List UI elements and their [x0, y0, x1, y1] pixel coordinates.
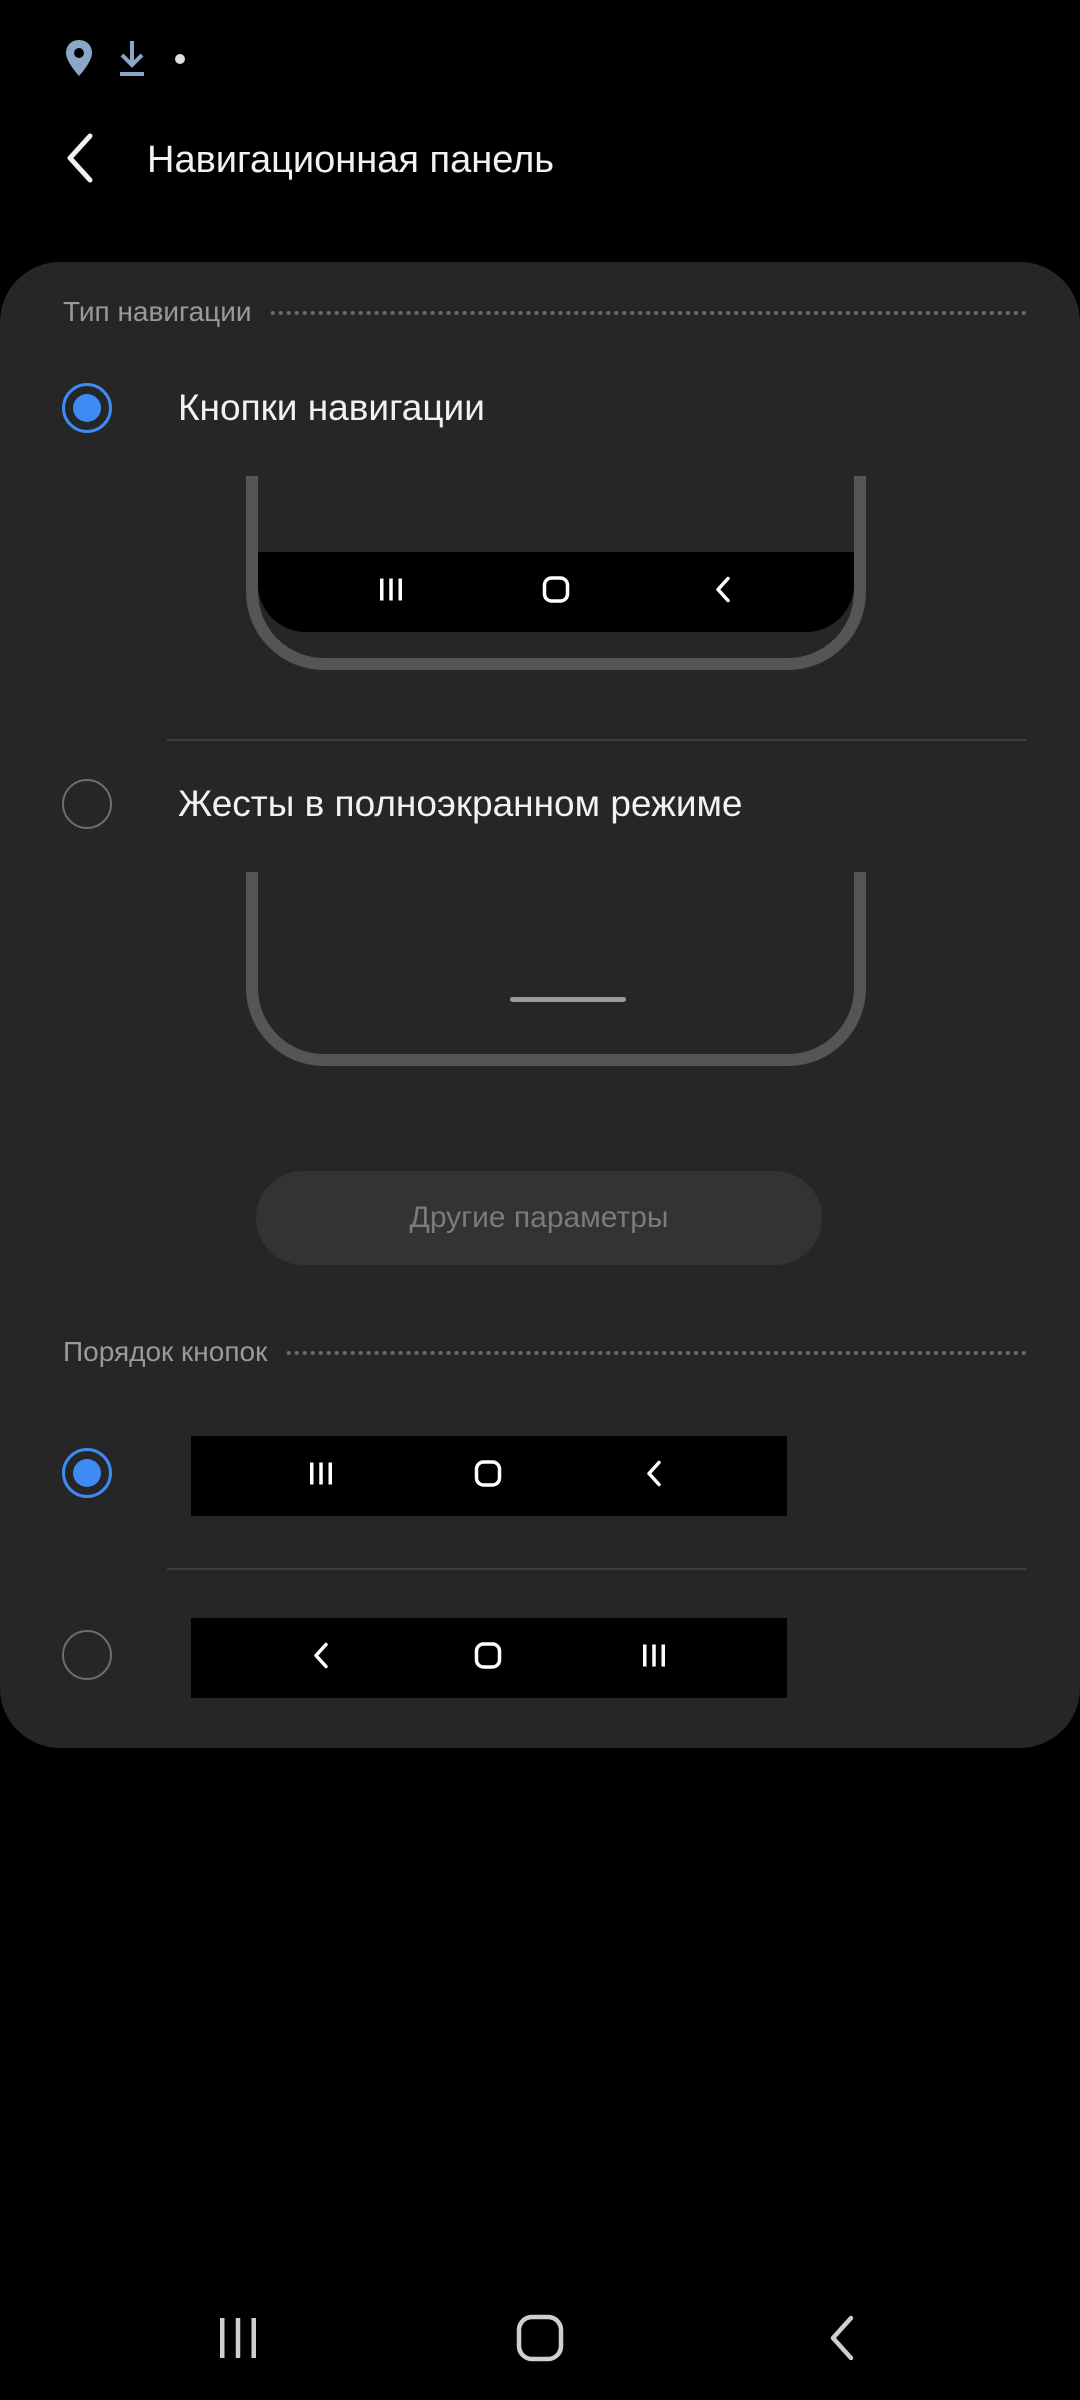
- option-divider: [167, 739, 1027, 741]
- radio-order-recents-home-back[interactable]: [62, 1448, 112, 1498]
- back-icon: [826, 2314, 858, 2367]
- system-home-button[interactable]: [480, 2280, 600, 2400]
- home-icon: [516, 2314, 564, 2367]
- notification-dot-icon: [174, 52, 186, 70]
- section-header-nav-type: Тип навигации: [63, 292, 1027, 332]
- home-icon: [474, 1460, 502, 1493]
- home-icon: [542, 576, 570, 609]
- option-divider: [167, 1568, 1027, 1570]
- recents-icon: [377, 578, 405, 607]
- location-icon: [64, 38, 94, 83]
- order-preview-recents-home-back[interactable]: [191, 1436, 787, 1516]
- back-arrow-icon: [62, 132, 102, 189]
- recents-icon: [216, 2316, 260, 2365]
- back-button[interactable]: [46, 124, 118, 196]
- back-icon: [311, 1642, 331, 1675]
- option-label-nav-gestures[interactable]: Жесты в полноэкранном режиме: [178, 779, 743, 829]
- radio-nav-buttons[interactable]: [62, 383, 112, 433]
- preview-nav-gestures[interactable]: [246, 872, 866, 1066]
- recents-icon: [640, 1644, 668, 1673]
- section-label: Порядок кнопок: [63, 1332, 286, 1372]
- system-recents-button[interactable]: [178, 2280, 298, 2400]
- back-icon: [644, 1460, 664, 1493]
- section-header-button-order: Порядок кнопок: [63, 1332, 1027, 1372]
- page-title: Навигационная панель: [147, 139, 555, 181]
- settings-card: Тип навигации Кнопки навигации Жесты в п…: [0, 262, 1080, 1748]
- status-bar: [0, 0, 1080, 120]
- app-header: Навигационная панель: [0, 110, 1080, 210]
- recents-icon: [307, 1462, 335, 1491]
- system-back-button[interactable]: [782, 2280, 902, 2400]
- radio-order-back-home-recents[interactable]: [62, 1630, 112, 1680]
- home-icon: [474, 1642, 502, 1675]
- radio-nav-gestures[interactable]: [62, 779, 112, 829]
- radio-selected-dot: [73, 394, 101, 422]
- preview-nav-buttons[interactable]: [246, 476, 866, 670]
- order-preview-back-home-recents[interactable]: [191, 1618, 787, 1698]
- option-label-nav-buttons[interactable]: Кнопки навигации: [178, 383, 485, 433]
- system-nav-bar: [0, 2280, 1080, 2400]
- section-label: Тип навигации: [63, 292, 270, 332]
- back-icon: [713, 576, 733, 609]
- download-icon: [116, 38, 148, 83]
- radio-selected-dot: [73, 1459, 101, 1487]
- gesture-bar: [510, 997, 626, 1002]
- more-options-button[interactable]: Другие параметры: [256, 1171, 822, 1265]
- preview-navbar: [258, 552, 854, 632]
